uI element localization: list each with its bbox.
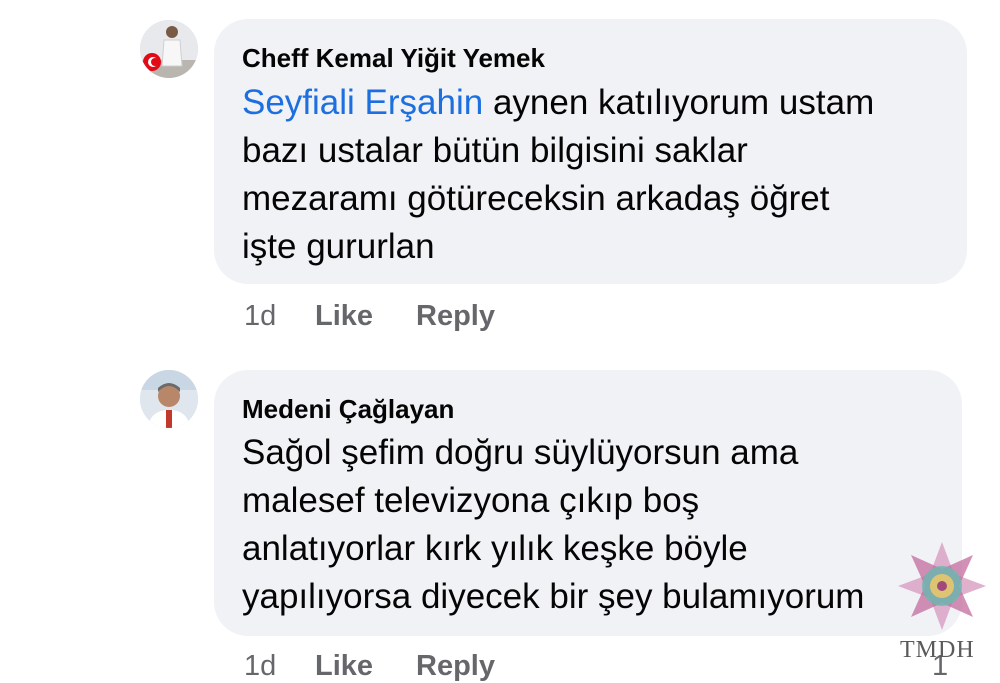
comment-line: anlatıyorlar kırk yılık keşke böyle [242, 529, 748, 568]
comment-text: Sağol şefim doğru süylüyorsun ama malese… [242, 429, 864, 621]
like-button[interactable]: Like [315, 650, 373, 683]
avatar[interactable] [140, 370, 198, 428]
watermark-text: TMDH [900, 637, 975, 663]
avatar-image [140, 370, 198, 428]
timestamp[interactable]: 1d [244, 650, 276, 683]
comment-line: Sağol şefim doğru süylüyorsun ama [242, 433, 799, 472]
comment-bubble: Medeni Çağlayan Sağol şefim doğru süylüy… [214, 370, 962, 636]
comment: Medeni Çağlayan Sağol şefim doğru süylüy… [0, 0, 1000, 682]
comment-line: yapılıyorsa diyecek bir şey bulamıyorum [242, 577, 865, 616]
comment-author[interactable]: Medeni Çağlayan [242, 394, 454, 425]
reply-button[interactable]: Reply [416, 650, 495, 683]
comment-line: malesef televizyona çıkıp boş [242, 481, 700, 520]
